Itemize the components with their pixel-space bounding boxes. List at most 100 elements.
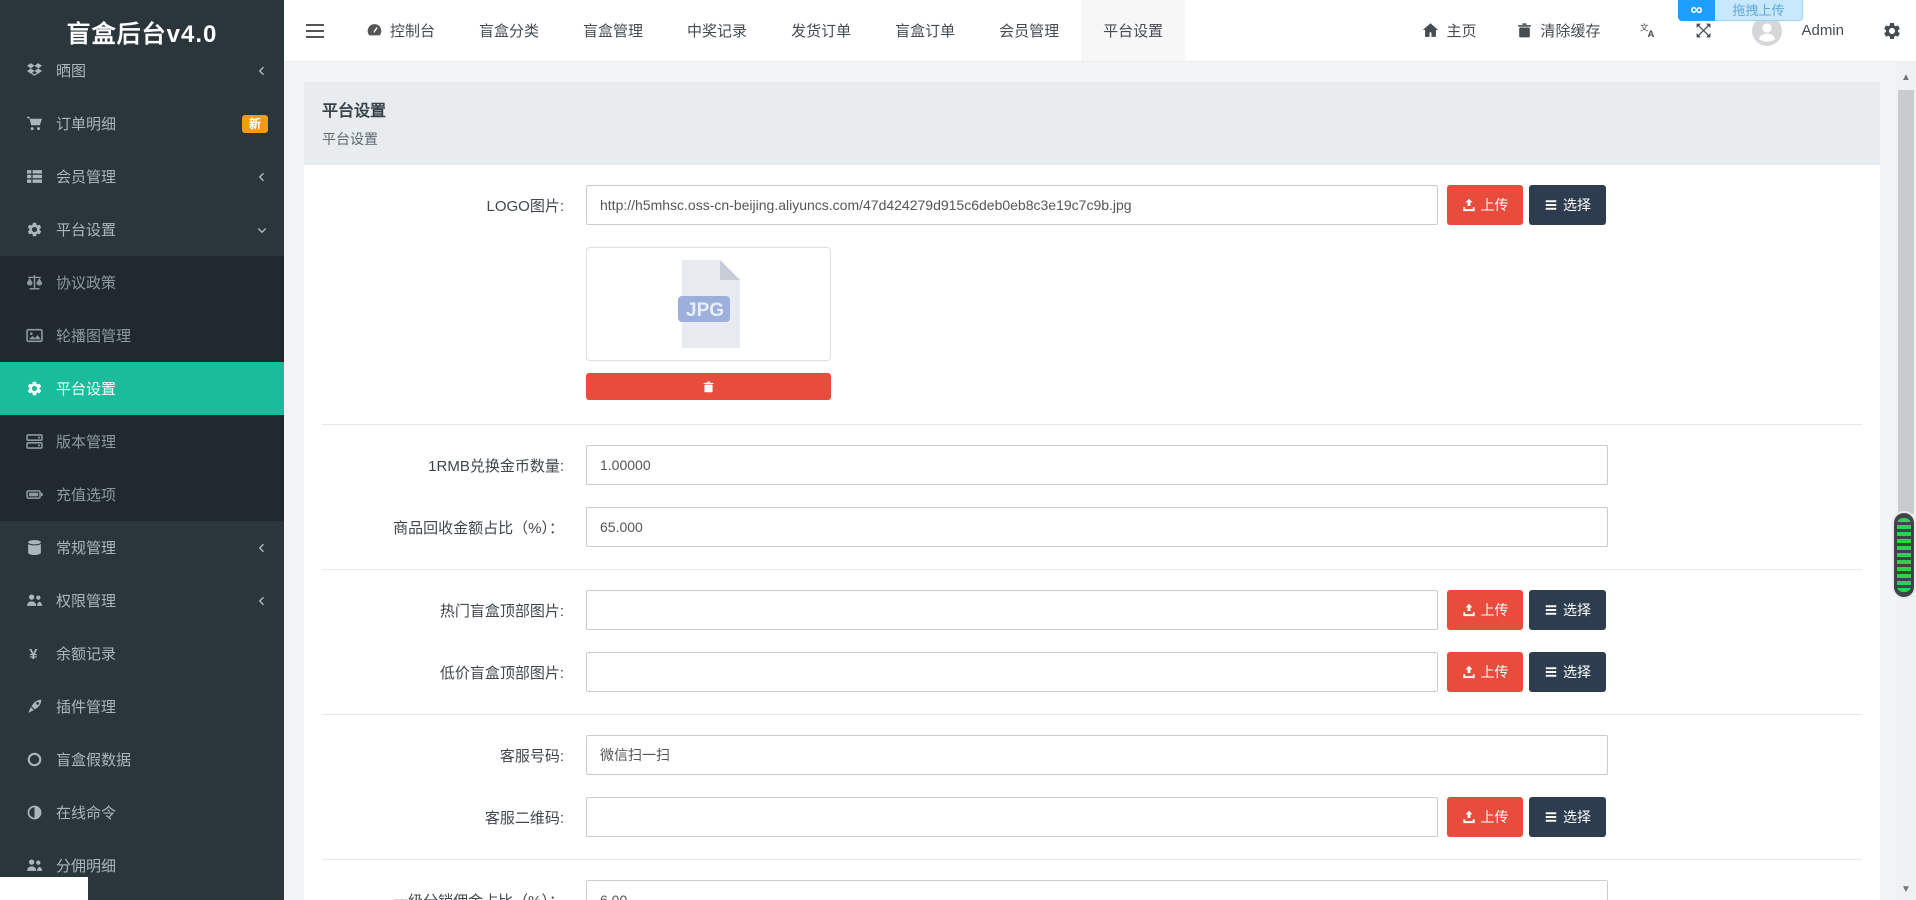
select-button[interactable]: 选择 [1529,185,1606,225]
select-button[interactable]: 选择 [1529,590,1606,630]
sidebar-item-plugin-mgmt[interactable]: 插件管理 [0,680,284,733]
upload-label: 上传 [1481,195,1509,215]
commission-percent-input[interactable] [586,880,1608,900]
translate-icon: 文A [1640,22,1657,39]
sidebar-submenu: 协议政策 轮播图管理 平台设置 版本管理 充值选项 [0,256,284,521]
form-row-service-qrcode: 客服二维码: 上传 选择 [304,797,1880,837]
settings-button[interactable] [1882,21,1902,41]
dropbox-icon [26,62,43,79]
service-number-input[interactable] [586,735,1608,775]
sidebar-item-general-mgmt[interactable]: 常规管理 [0,521,284,574]
sidebar-item-member-mgmt[interactable]: 会员管理 [0,150,284,203]
logo-preview[interactable]: JPG [586,247,831,361]
nav-item-prize-records[interactable]: 中奖记录 [665,0,769,61]
form-row-low-top-image: 低价盲盒顶部图片: 上传 选择 [304,652,1880,692]
nav-item-box-mgmt[interactable]: 盲盒管理 [561,0,665,61]
nav-item-label: 发货订单 [791,20,851,41]
settings-form: LOGO图片: 上传 选择 [304,165,1880,900]
upload-button[interactable]: 上传 [1447,797,1523,837]
service-qrcode-label: 客服二维码: [304,807,586,828]
sidebar-item-label: 版本管理 [56,431,268,452]
sidebar-item-label: 平台设置 [56,219,256,240]
nav-item-box-orders[interactable]: 盲盒订单 [873,0,977,61]
list-icon [1544,198,1558,212]
upload-label: 上传 [1481,807,1509,827]
sidebar-item-platform-settings[interactable]: 平台设置 [0,203,284,256]
low-top-image-input[interactable] [586,652,1438,692]
yen-icon: ¥ [26,645,43,662]
sidebar-item-permission-mgmt[interactable]: 权限管理 [0,574,284,627]
nav-item-shipping-orders[interactable]: 发货订单 [769,0,873,61]
sidebar-item-shaitu[interactable]: 晒图 [0,44,284,97]
upload-button[interactable]: 上传 [1447,185,1523,225]
delete-image-button[interactable] [586,373,831,400]
nav-item-label: 平台设置 [1103,20,1163,41]
scrollbar-track[interactable]: ▲ ▼ [1896,62,1916,900]
drag-upload-badge[interactable]: ∞ 拖拽上传 [1678,0,1803,21]
fullscreen-button[interactable] [1695,22,1712,39]
drag-upload-label: 拖拽上传 [1715,0,1803,21]
svg-text:A: A [1648,29,1655,39]
select-label: 选择 [1563,662,1591,682]
sidebar-item-version-mgmt[interactable]: 版本管理 [0,415,284,468]
card-header: 平台设置 平台设置 [304,82,1880,165]
sidebar-menu: 晒图 订单明细 新 会员管理 平台设置 协议政策 [0,44,284,892]
image-icon [26,327,43,344]
gear-icon [26,380,43,397]
recycle-percent-label: 商品回收金额占比（%）： [304,517,586,538]
form-row-commission-percent: 一级分销佣金占比（%）： [304,880,1880,900]
gears-icon [1882,21,1902,41]
upload-button[interactable]: 上传 [1447,590,1523,630]
sidebar-item-carousel-mgmt[interactable]: 轮播图管理 [0,309,284,362]
recycle-percent-input[interactable] [586,507,1608,547]
form-row-service-number: 客服号码: [304,735,1880,775]
sidebar-item-agreement-policy[interactable]: 协议政策 [0,256,284,309]
logo-url-input[interactable] [586,185,1438,225]
main-content: 平台设置 平台设置 LOGO图片: 上传 选择 [284,62,1916,900]
nav-item-label: 会员管理 [999,20,1059,41]
sidebar-item-order-detail[interactable]: 订单明细 新 [0,97,284,150]
nav-item-label: 盲盒订单 [895,20,955,41]
nav-item-dashboard[interactable]: 控制台 [344,0,457,61]
list-icon [1544,603,1558,617]
select-button[interactable]: 选择 [1529,652,1606,692]
sidebar-item-label: 轮播图管理 [56,325,268,346]
scrollbar-thumb[interactable] [1898,90,1914,514]
sidebar-item-fake-data[interactable]: 盲盒假数据 [0,733,284,786]
sidebar-item-label: 插件管理 [56,696,268,717]
scrollbar-down-icon[interactable]: ▼ [1896,882,1916,898]
divider [322,859,1862,860]
form-row-logo: LOGO图片: 上传 选择 [304,185,1880,225]
clear-cache-link[interactable]: 清除缓存 [1516,20,1600,41]
sidebar-item-label: 盲盒假数据 [56,749,268,770]
home-link[interactable]: 主页 [1422,20,1476,41]
list-icon [1544,665,1558,679]
sidebar-item-online-command[interactable]: 在线命令 [0,786,284,839]
chevron-left-icon [256,542,268,554]
translate-button[interactable]: 文A [1640,22,1657,39]
select-button[interactable]: 选择 [1529,797,1606,837]
hamburger-menu-icon[interactable] [284,0,344,61]
sidebar-item-balance-records[interactable]: ¥ 余额记录 [0,627,284,680]
sidebar-item-label: 常规管理 [56,537,256,558]
sidebar-item-platform-settings-sub[interactable]: 平台设置 [0,362,284,415]
app-frame: 盲盒后台v4.0 晒图 订单明细 新 会员管理 平台设置 [0,0,1916,900]
logo-preview-wrap: JPG [586,247,831,400]
sidebar-item-label: 在线命令 [56,802,268,823]
nav-item-label: 盲盒分类 [479,20,539,41]
upload-icon [1462,665,1476,679]
sidebar-item-label: 权限管理 [56,590,256,611]
hot-top-image-input[interactable] [586,590,1438,630]
nav-item-member-mgmt[interactable]: 会员管理 [977,0,1081,61]
divider [322,424,1862,425]
nav-item-box-category[interactable]: 盲盒分类 [457,0,561,61]
service-qrcode-input[interactable] [586,797,1438,837]
upload-button[interactable]: 上传 [1447,652,1523,692]
scrollbar-green-handle[interactable] [1894,513,1914,597]
sidebar-item-recharge-options[interactable]: 充值选项 [0,468,284,521]
trash-icon [1516,22,1533,39]
topbar: 控制台 盲盒分类 盲盒管理 中奖记录 发货订单 盲盒订单 会员管理 平台设置 ∞… [284,0,1916,62]
nav-item-platform-settings[interactable]: 平台设置 [1081,0,1185,61]
scrollbar-up-icon[interactable]: ▲ [1896,70,1916,86]
rmb-rate-input[interactable] [586,445,1608,485]
